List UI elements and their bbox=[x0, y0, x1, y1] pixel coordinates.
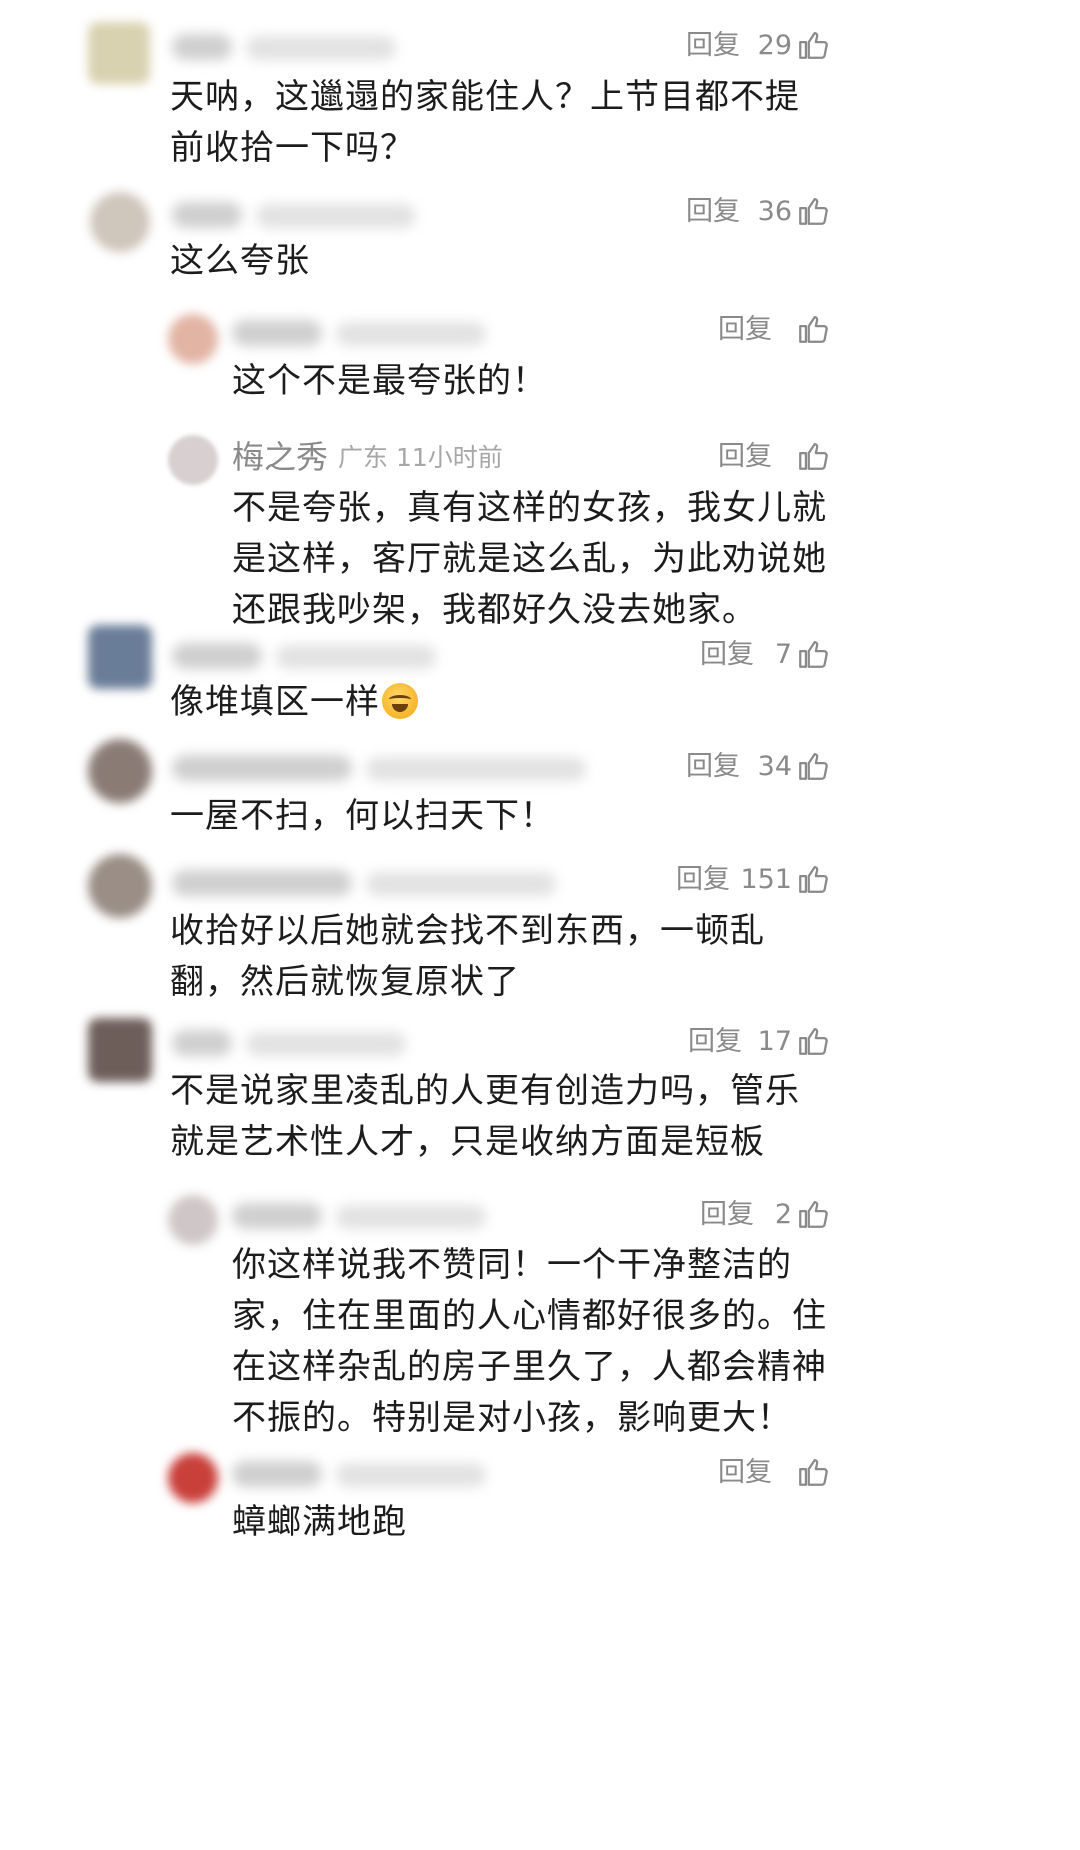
thumbs-up-icon[interactable] bbox=[796, 312, 830, 346]
meta-blurred bbox=[336, 1463, 486, 1487]
comment-text-row: 像堆填区一样 bbox=[170, 677, 830, 728]
username-blurred[interactable] bbox=[172, 202, 242, 228]
avatar[interactable] bbox=[88, 625, 152, 689]
comment-text: 这个不是最夸张的！ bbox=[232, 361, 547, 401]
avatar[interactable] bbox=[88, 854, 152, 918]
thumbs-up-icon[interactable] bbox=[796, 1197, 830, 1231]
reply-button[interactable]: 回复 bbox=[718, 310, 772, 350]
comment-text: 收拾好以后她就会找不到东西，一顿乱翻，然后就恢复原状了 bbox=[170, 911, 765, 1002]
comment-meta: 广东 11小时前 bbox=[338, 443, 503, 472]
reply-item: 回复 蟑螂满地跑 bbox=[0, 1445, 1080, 1575]
username-blurred[interactable] bbox=[172, 643, 262, 669]
thumbs-up-icon[interactable] bbox=[796, 749, 830, 783]
comment-text: 你这样说我不赞同！一个干净整洁的家，住在里面的人心情都好很多的。住在这样杂乱的房… bbox=[232, 1245, 827, 1438]
meta-blurred bbox=[366, 757, 586, 781]
thumbs-up-icon[interactable] bbox=[796, 194, 830, 228]
like-count: 29 bbox=[757, 30, 792, 61]
avatar[interactable] bbox=[168, 314, 218, 364]
username-blurred[interactable] bbox=[232, 1461, 322, 1487]
comment-text: 一屋不扫，何以扫天下！ bbox=[170, 796, 555, 836]
avatar[interactable] bbox=[88, 739, 152, 803]
comment-text: 天呐，这邋遢的家能住人？上节目都不提前收拾一下吗？ bbox=[170, 77, 800, 168]
meta-blurred bbox=[366, 872, 556, 896]
reply-button[interactable]: 回复 bbox=[718, 1453, 772, 1493]
comment-item: 回复 151 收拾好以后她就会找不到东西，一顿乱翻，然后就恢复原状了 bbox=[0, 850, 1080, 1010]
avatar[interactable] bbox=[168, 1453, 218, 1503]
like-count: 2 bbox=[774, 1199, 792, 1230]
laughing-crying-emoji-icon bbox=[382, 683, 418, 719]
username-blurred[interactable] bbox=[172, 755, 352, 781]
like-count: 151 bbox=[740, 864, 792, 895]
meta-blurred bbox=[336, 322, 486, 346]
meta-blurred bbox=[276, 645, 436, 669]
thumbs-up-icon[interactable] bbox=[796, 28, 830, 62]
comment-text: 不是说家里凌乱的人更有创造力吗，管乐就是艺术性人才，只是收纳方面是短板 bbox=[170, 1071, 800, 1162]
like-count: 17 bbox=[757, 1026, 792, 1057]
username-blurred[interactable] bbox=[172, 870, 352, 896]
comment-list: 回复 29 天呐，这邋遢的家能住人？上节目都不提前收拾一下吗？ 回复 36 这么… bbox=[0, 0, 1080, 1850]
comment-text: 这么夸张 bbox=[170, 241, 310, 281]
meta-blurred bbox=[246, 36, 396, 60]
thumbs-up-icon[interactable] bbox=[796, 862, 830, 896]
username-blurred[interactable] bbox=[172, 34, 232, 60]
meta-blurred bbox=[256, 204, 416, 228]
username-blurred[interactable] bbox=[172, 1030, 232, 1056]
comment-text: 蟑螂满地跑 bbox=[232, 1502, 407, 1542]
meta-blurred bbox=[336, 1205, 486, 1229]
comment-item: 回复 29 天呐，这邋遢的家能住人？上节目都不提前收拾一下吗？ bbox=[0, 0, 1080, 180]
avatar[interactable] bbox=[88, 22, 150, 84]
like-count: 7 bbox=[774, 639, 792, 670]
like-count: 36 bbox=[757, 196, 792, 227]
thumbs-up-icon[interactable] bbox=[796, 439, 830, 473]
avatar[interactable] bbox=[168, 435, 218, 485]
comment-text: 不是夸张，真有这样的女孩，我女儿就是这样，客厅就是这么乱，为此劝说她还跟我吵架，… bbox=[232, 488, 827, 630]
reply-button[interactable]: 回复 bbox=[718, 437, 772, 477]
thumbs-up-icon[interactable] bbox=[796, 1455, 830, 1489]
username-blurred[interactable] bbox=[232, 1203, 322, 1229]
comment-item: 回复 36 这么夸张 bbox=[0, 180, 1080, 300]
thumbs-up-icon[interactable] bbox=[796, 1024, 830, 1058]
comment-item: 回复 17 不是说家里凌乱的人更有创造力吗，管乐就是艺术性人才，只是收纳方面是短… bbox=[0, 1010, 1080, 1185]
avatar[interactable] bbox=[88, 1018, 152, 1082]
reply-item: 回复 2 你这样说我不赞同！一个干净整洁的家，住在里面的人心情都好很多的。住在这… bbox=[0, 1185, 1080, 1445]
thumbs-up-icon[interactable] bbox=[796, 637, 830, 671]
reply-item: 回复 这个不是最夸张的！ bbox=[0, 300, 1080, 425]
avatar[interactable] bbox=[168, 1195, 218, 1245]
comment-item: 回复 34 一屋不扫，何以扫天下！ bbox=[0, 735, 1080, 850]
like-count: 34 bbox=[757, 751, 792, 782]
avatar[interactable] bbox=[90, 192, 150, 252]
username[interactable]: 梅之秀 bbox=[232, 437, 328, 477]
comment-text: 像堆填区一样 bbox=[170, 682, 380, 722]
meta-blurred bbox=[246, 1032, 406, 1056]
username-blurred[interactable] bbox=[232, 320, 322, 346]
reply-item: 梅之秀 广东 11小时前 回复 不是夸张，真有这样的女孩，我女儿就是这样，客厅就… bbox=[0, 425, 1080, 630]
comment-item: 回复 7 像堆填区一样 bbox=[0, 625, 1080, 735]
